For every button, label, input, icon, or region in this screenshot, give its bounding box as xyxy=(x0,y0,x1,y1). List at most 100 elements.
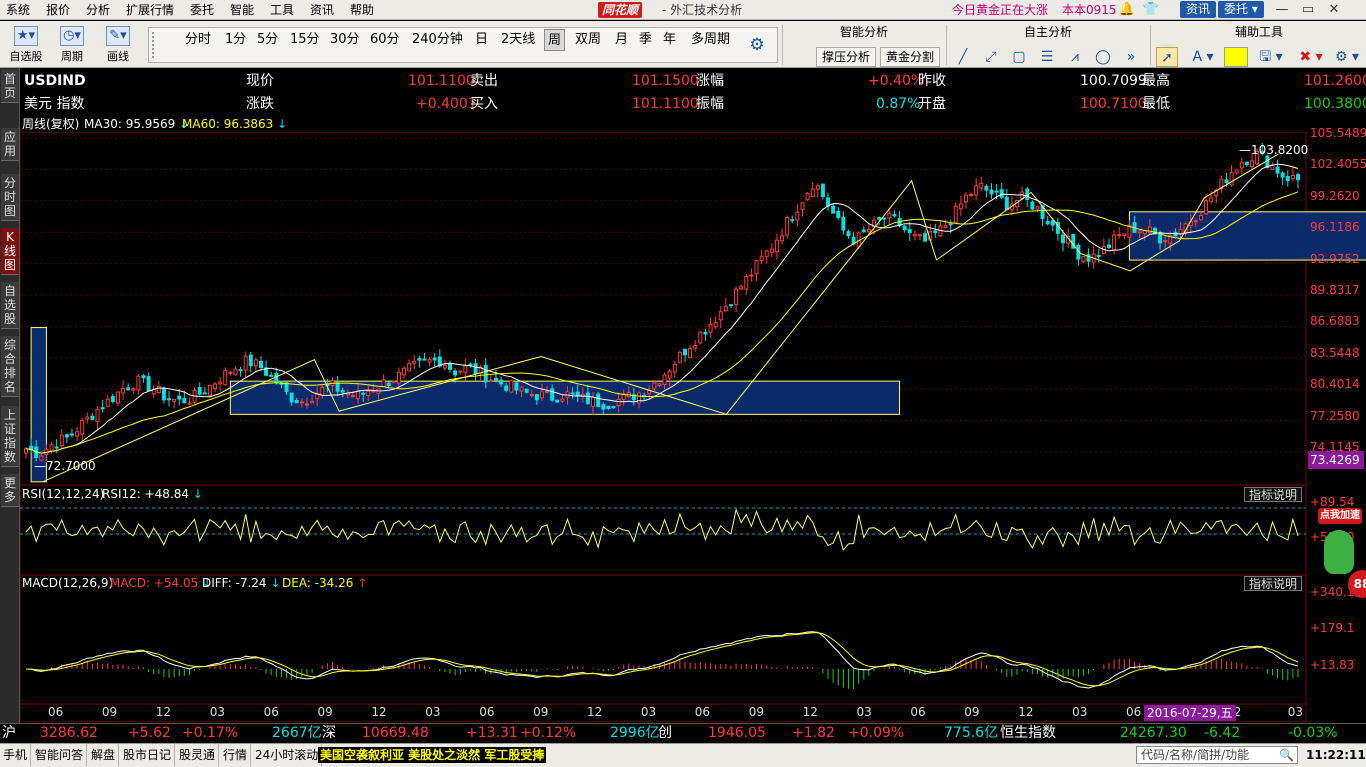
period-30min[interactable]: 30分 xyxy=(327,29,363,51)
golden-section-button[interactable]: 黄金分割 xyxy=(880,47,941,67)
sidebar-tab-intraday[interactable]: 分时图 xyxy=(1,174,19,221)
period-1min[interactable]: 1分 xyxy=(222,29,249,51)
search-icon[interactable]: 🔍 xyxy=(1279,747,1294,763)
cy-index-value[interactable]: 1946.05 xyxy=(708,724,766,743)
save-template-icon[interactable]: 🖫 ▾ xyxy=(1254,47,1288,67)
period-60min[interactable]: 60分 xyxy=(367,29,403,51)
candle-body xyxy=(688,348,693,359)
code-search-input[interactable]: 代码/名称/简拼/功能 🔍 xyxy=(1136,746,1298,764)
speedup-widget[interactable]: 点我加速 88 xyxy=(1318,508,1366,600)
status-24h-rolling[interactable]: 24小时滚动 xyxy=(252,744,323,766)
period-weekly[interactable]: 周 xyxy=(544,29,566,51)
candle-body xyxy=(677,351,682,363)
period-multi[interactable]: 多周期 xyxy=(688,29,733,51)
more-tools-icon[interactable]: » xyxy=(1120,47,1142,67)
status-smart-qa[interactable]: 智能问答 xyxy=(32,744,88,766)
info-button[interactable]: 资讯 xyxy=(1180,1,1217,18)
maximize-icon[interactable]: ▭ xyxy=(1296,0,1320,20)
period-2day[interactable]: 2天线 xyxy=(498,29,538,51)
period-daily[interactable]: 日 xyxy=(472,29,491,51)
hs-index-value[interactable]: 24267.30 xyxy=(1120,724,1187,743)
macd-help-button[interactable]: 指标说明 xyxy=(1243,576,1302,591)
fibonacci-tool-icon[interactable]: ☰ xyxy=(1036,47,1058,67)
candle-body xyxy=(1045,221,1050,225)
rsi-help-button[interactable]: 指标说明 xyxy=(1243,487,1302,502)
period-yearly[interactable]: 年 xyxy=(660,29,679,51)
menu-trade[interactable]: 委托 xyxy=(190,0,214,20)
sh-index-label: 沪 xyxy=(2,725,16,741)
period-240min[interactable]: 240分钟 xyxy=(409,29,466,51)
candle-body xyxy=(126,387,131,391)
kline-chart[interactable] xyxy=(20,132,1366,722)
trade-button[interactable]: 委托 ▾ xyxy=(1218,1,1264,18)
color-swatch[interactable] xyxy=(1224,47,1248,67)
time-axis-label: 03 xyxy=(1072,705,1088,719)
menu-quote[interactable]: 报价 xyxy=(46,0,70,20)
candle-body xyxy=(1117,234,1122,237)
sidebar-tab-ranking[interactable]: 综合排名 xyxy=(1,336,19,397)
candle-body xyxy=(156,385,161,394)
status-quotes[interactable]: 行情 xyxy=(220,744,252,766)
period-5min[interactable]: 5分 xyxy=(254,29,281,51)
sz-index-value[interactable]: 10669.48 xyxy=(362,724,429,743)
draw-line-button[interactable]: ✎▾ 画线 xyxy=(98,24,138,66)
period-quarterly[interactable]: 季 xyxy=(636,29,655,51)
gear-icon[interactable]: ⚙ xyxy=(746,34,768,56)
line-tool-icon[interactable]: ╱ xyxy=(952,47,974,67)
sh-index-change: +5.62 xyxy=(128,725,171,741)
ray-tool-icon[interactable]: ⤢ xyxy=(980,47,1002,67)
rectangle-tool-icon[interactable]: ▢ xyxy=(1008,47,1030,67)
candle-body xyxy=(984,185,989,191)
candle-body xyxy=(402,367,407,376)
status-market-analysis[interactable]: 解盘 xyxy=(88,744,120,766)
sidebar-tab-shanghai-index[interactable]: 上证指数 xyxy=(1,406,19,467)
menu-extended-quotes[interactable]: 扩展行情 xyxy=(126,0,174,20)
wave-tool-icon[interactable]: ⩘ xyxy=(1064,47,1086,67)
text-tool-icon[interactable]: A ▾ xyxy=(1186,47,1220,67)
toolbar-grip[interactable] xyxy=(152,32,160,58)
candle-body xyxy=(713,322,718,328)
menu-news[interactable]: 资讯 xyxy=(310,0,334,20)
shirt-icon[interactable]: 👕 xyxy=(1142,1,1160,19)
status-stock-link[interactable]: 股灵通 xyxy=(176,744,220,766)
candle-body xyxy=(657,383,662,386)
menu-analysis[interactable]: 分析 xyxy=(86,0,110,20)
watchlist-button[interactable]: ★▾ 自选股 xyxy=(6,24,46,66)
candle-body xyxy=(749,274,754,277)
candle-body xyxy=(340,390,345,393)
sidebar-tab-kline[interactable]: K线图 xyxy=(1,228,19,275)
settings-gear-icon[interactable]: ⚙ ▾ xyxy=(1332,47,1362,67)
period-biweekly[interactable]: 双周 xyxy=(572,29,604,51)
period-monthly[interactable]: 月 xyxy=(612,29,631,51)
menu-help[interactable]: 帮助 xyxy=(350,0,374,20)
news-ticker[interactable]: 美国空袭叙利亚 美股处之淡然 军工股受捧 xyxy=(318,747,547,763)
menu-tools[interactable]: 工具 xyxy=(270,0,294,20)
menu-system[interactable]: 系统 xyxy=(6,0,30,20)
period-15min[interactable]: 15分 xyxy=(287,29,323,51)
status-stock-diary[interactable]: 股市日记 xyxy=(120,744,176,766)
speed-ball: 88 xyxy=(1348,570,1366,598)
sidebar-tab-more[interactable]: 更多 xyxy=(1,474,19,507)
ellipse-tool-icon[interactable]: ◯ xyxy=(1092,47,1114,67)
menu-smart[interactable]: 智能 xyxy=(230,0,254,20)
news-headline-link[interactable]: 今日黄金正在大涨 xyxy=(952,0,1048,20)
status-mobile[interactable]: 手机 xyxy=(0,744,32,766)
delete-drawing-icon[interactable]: ✖ ▾ xyxy=(1294,47,1328,67)
sidebar-tab-apps[interactable]: 应用 xyxy=(1,128,19,161)
support-resistance-button[interactable]: 撑压分析 xyxy=(816,47,877,67)
bell-icon[interactable]: 🔔 xyxy=(1118,1,1136,19)
cursor-icon[interactable]: ➚ xyxy=(1156,47,1178,67)
candle-body xyxy=(780,235,785,242)
quote-label: 卖出 xyxy=(470,73,498,89)
sidebar-tab-home[interactable]: 首页 xyxy=(1,70,19,103)
close-icon[interactable]: ✕ xyxy=(1322,0,1346,20)
minimize-icon[interactable]: — xyxy=(1270,0,1294,20)
sidebar-tab-watchlist[interactable]: 自选股 xyxy=(1,282,19,329)
time-axis-label: 09 xyxy=(748,705,764,719)
period-intraday[interactable]: 分时 xyxy=(182,29,214,51)
sz-index-label: 深 xyxy=(322,725,336,741)
candle-body xyxy=(1142,230,1147,235)
sh-index-value[interactable]: 3286.62 xyxy=(40,724,98,743)
candle-body xyxy=(59,434,64,447)
cycle-button[interactable]: ◷▾ 周期 xyxy=(52,24,92,66)
